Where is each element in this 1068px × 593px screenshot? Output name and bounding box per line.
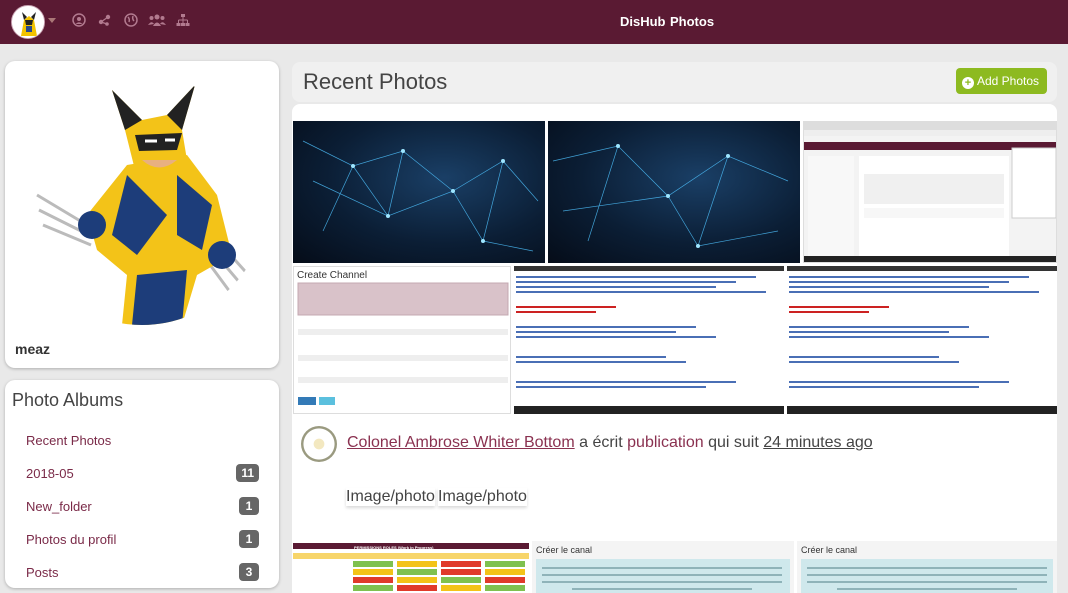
photo-albums-panel: Photo Albums Recent Photos 2018-05 11 Ne…	[5, 380, 279, 588]
network-icon[interactable]	[97, 13, 113, 29]
album-label[interactable]: Posts	[26, 565, 59, 580]
photo-thumbnail[interactable]	[514, 266, 784, 414]
count-badge: 11	[236, 464, 259, 482]
author-link[interactable]: Colonel Ambrose Whiter Bottom	[347, 434, 575, 451]
count-badge: 3	[239, 563, 259, 581]
photo-thumbnail[interactable]: Create Channel	[293, 266, 511, 414]
sitemap-icon[interactable]	[175, 13, 191, 29]
publication-link[interactable]: publication	[627, 434, 704, 451]
activity-time[interactable]: 24 minutes ago	[763, 434, 872, 451]
photo-thumbnail[interactable]	[787, 266, 1057, 414]
image-caption[interactable]: Image/photo	[346, 488, 435, 506]
section-header: Recent Photos + Add Photos	[292, 62, 1057, 102]
photo-grid: Create Channel Colonel Ambrose Whiter Bo…	[292, 104, 1057, 593]
album-label[interactable]: Recent Photos	[26, 433, 111, 448]
globe-icon[interactable]	[123, 13, 139, 29]
profile-card: meaz	[5, 61, 279, 368]
album-item-recent-photos[interactable]: Recent Photos	[5, 426, 279, 456]
photo-thumbnail[interactable]: Créer le canal	[532, 541, 794, 593]
album-item-posts[interactable]: Posts 3	[5, 558, 279, 588]
photo-thumbnail[interactable]	[293, 121, 545, 263]
group-icon[interactable]	[148, 13, 166, 29]
album-item-new-folder[interactable]: New_folder 1	[5, 492, 279, 522]
profile-name[interactable]: meaz	[15, 341, 50, 357]
count-badge: 1	[239, 497, 259, 515]
top-navbar: DisHub Photos	[0, 0, 1068, 44]
plus-icon: +	[961, 77, 974, 89]
add-photos-button[interactable]: + Add Photos	[955, 68, 1047, 94]
add-photos-label: Add Photos	[976, 74, 1039, 88]
profile-photo[interactable]	[17, 75, 267, 325]
albums-title: Photo Albums	[12, 390, 124, 410]
album-item-photos-du-profil[interactable]: Photos du profil 1	[5, 525, 279, 555]
photo-thumbnail[interactable]: Créer le canal	[797, 541, 1057, 593]
chevron-down-icon[interactable]	[48, 18, 56, 23]
album-label[interactable]: 2018-05	[26, 466, 74, 481]
section-title[interactable]: Photos	[670, 14, 714, 29]
user-avatar[interactable]	[11, 5, 45, 39]
album-item-2018-05[interactable]: 2018-05 11	[5, 459, 279, 489]
image-caption[interactable]: Image/photo	[438, 488, 527, 506]
photo-thumbnail[interactable]	[548, 121, 800, 263]
author-avatar[interactable]	[301, 426, 337, 462]
photo-thumbnail[interactable]	[293, 543, 529, 593]
album-label[interactable]: New_folder	[26, 499, 92, 514]
user-circle-icon[interactable]	[71, 13, 87, 29]
page-title: Recent Photos	[303, 69, 448, 94]
thumbnail-title: PERMISSIONS ROLES (Work in Progress)	[354, 545, 434, 550]
count-badge: 1	[239, 530, 259, 548]
activity-verb: a écrit	[579, 434, 623, 451]
album-label[interactable]: Photos du profil	[26, 532, 116, 547]
activity-line: Colonel Ambrose Whiter Bottom a écrit pu…	[347, 434, 873, 452]
photo-thumbnail[interactable]	[803, 121, 1057, 263]
brand-link[interactable]: DisHub	[620, 14, 666, 29]
activity-suffix: qui suit	[708, 434, 759, 451]
